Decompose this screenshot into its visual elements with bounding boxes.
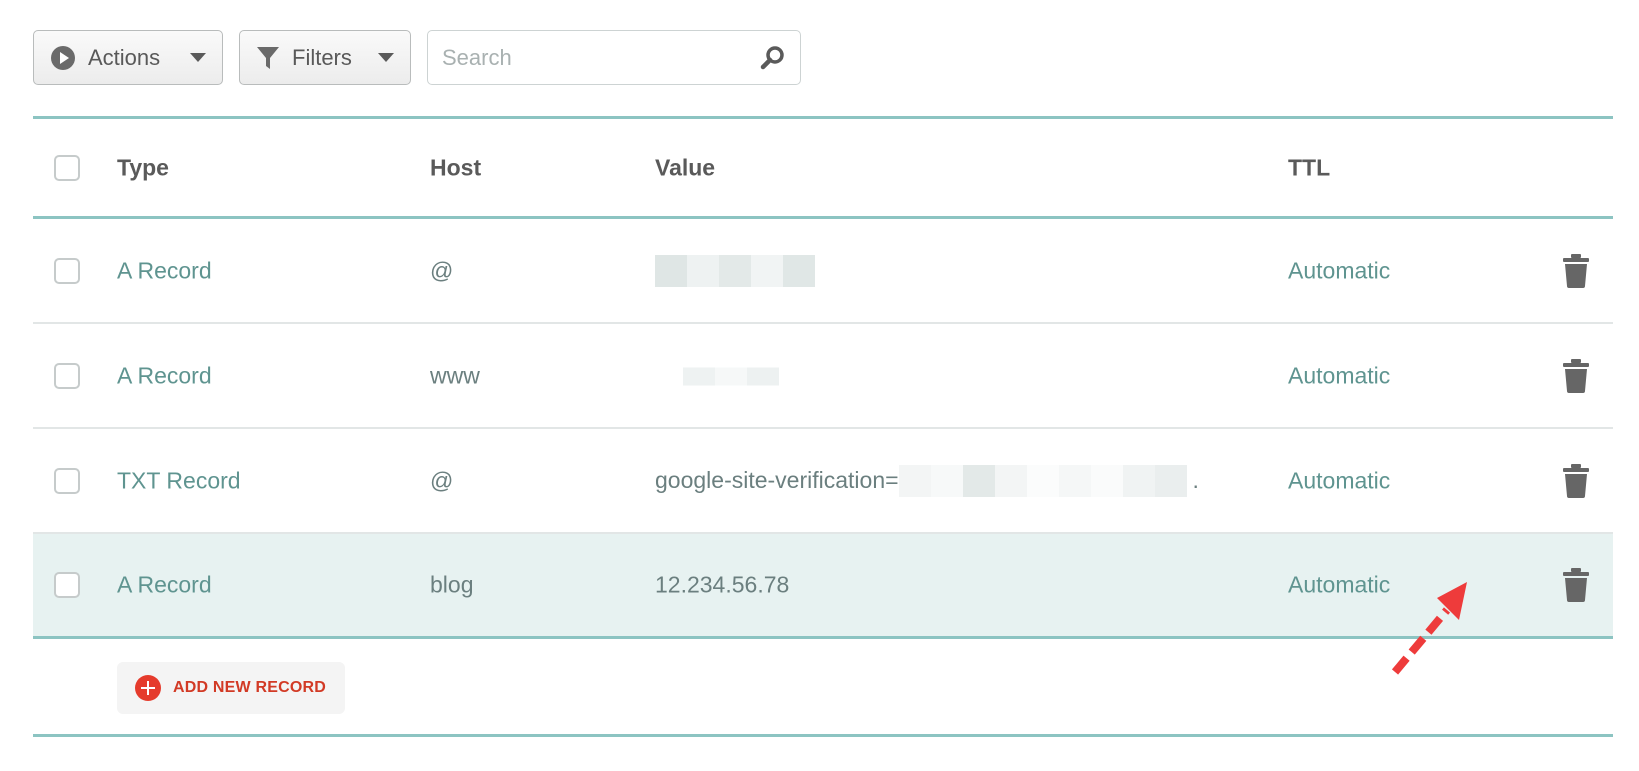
record-value-redacted xyxy=(655,254,815,287)
select-all-checkbox[interactable] xyxy=(54,154,80,181)
table-row[interactable]: TXT Record @ google-site-verification= .… xyxy=(33,429,1613,534)
dns-records-table: Type Host Value TTL A Record @ Automatic… xyxy=(33,116,1613,737)
row-checkbox[interactable] xyxy=(54,257,80,284)
filters-button[interactable]: Filters xyxy=(239,30,411,85)
header-value[interactable]: Value xyxy=(655,154,715,181)
search-box xyxy=(427,30,801,85)
record-ttl[interactable]: Automatic xyxy=(1288,467,1390,494)
header-host[interactable]: Host xyxy=(430,154,481,181)
record-type[interactable]: A Record xyxy=(117,257,212,284)
table-row[interactable]: A Record www Automatic xyxy=(33,324,1613,429)
trash-icon[interactable] xyxy=(1563,253,1589,288)
filters-label: Filters xyxy=(292,44,352,70)
record-ttl[interactable]: Automatic xyxy=(1288,572,1390,599)
trash-icon[interactable] xyxy=(1563,463,1589,498)
record-value-redacted xyxy=(683,362,779,389)
record-host[interactable]: blog xyxy=(430,572,473,599)
redacted-block xyxy=(898,464,1187,497)
table-header: Type Host Value TTL xyxy=(33,116,1613,219)
trash-icon[interactable] xyxy=(1563,568,1589,602)
redacted-block xyxy=(655,254,815,287)
add-new-record-button[interactable]: ADD NEW RECORD xyxy=(117,662,345,714)
search-icon[interactable] xyxy=(760,45,786,71)
row-checkbox[interactable] xyxy=(54,572,80,598)
record-host[interactable]: @ xyxy=(430,467,453,494)
actions-button[interactable]: Actions xyxy=(33,30,223,85)
funnel-icon xyxy=(257,46,279,69)
record-value-text: google-site-verification= xyxy=(655,467,899,493)
table-footer: ADD NEW RECORD xyxy=(33,639,1613,737)
search-input[interactable] xyxy=(442,44,760,71)
row-checkbox[interactable] xyxy=(54,362,80,389)
record-ttl[interactable]: Automatic xyxy=(1288,362,1390,389)
plus-circle-icon xyxy=(135,675,161,701)
table-row[interactable]: A Record @ Automatic xyxy=(33,219,1613,324)
trash-icon[interactable] xyxy=(1563,358,1589,393)
annotation-arrow xyxy=(1391,582,1467,675)
record-type[interactable]: A Record xyxy=(117,362,212,389)
record-value[interactable]: google-site-verification= . xyxy=(655,464,1199,497)
row-checkbox[interactable] xyxy=(54,467,80,494)
header-type[interactable]: Type xyxy=(117,154,169,181)
record-host[interactable]: @ xyxy=(430,257,453,284)
record-type[interactable]: TXT Record xyxy=(117,467,241,494)
add-new-record-label: ADD NEW RECORD xyxy=(173,679,327,696)
table-row[interactable]: A Record blog 12.234.56.78 Automatic xyxy=(33,534,1613,639)
caret-down-icon xyxy=(378,53,394,62)
caret-down-icon xyxy=(190,53,206,62)
play-circle-icon xyxy=(51,45,75,70)
record-ttl[interactable]: Automatic xyxy=(1288,257,1390,284)
record-value-suffix: . xyxy=(1192,467,1199,493)
record-host[interactable]: www xyxy=(430,362,480,389)
toolbar: Actions Filters xyxy=(33,30,801,85)
header-ttl[interactable]: TTL xyxy=(1288,154,1330,181)
actions-label: Actions xyxy=(88,44,161,70)
redacted-block xyxy=(683,367,779,386)
record-value[interactable]: 12.234.56.78 xyxy=(655,572,789,599)
record-type[interactable]: A Record xyxy=(117,572,212,599)
